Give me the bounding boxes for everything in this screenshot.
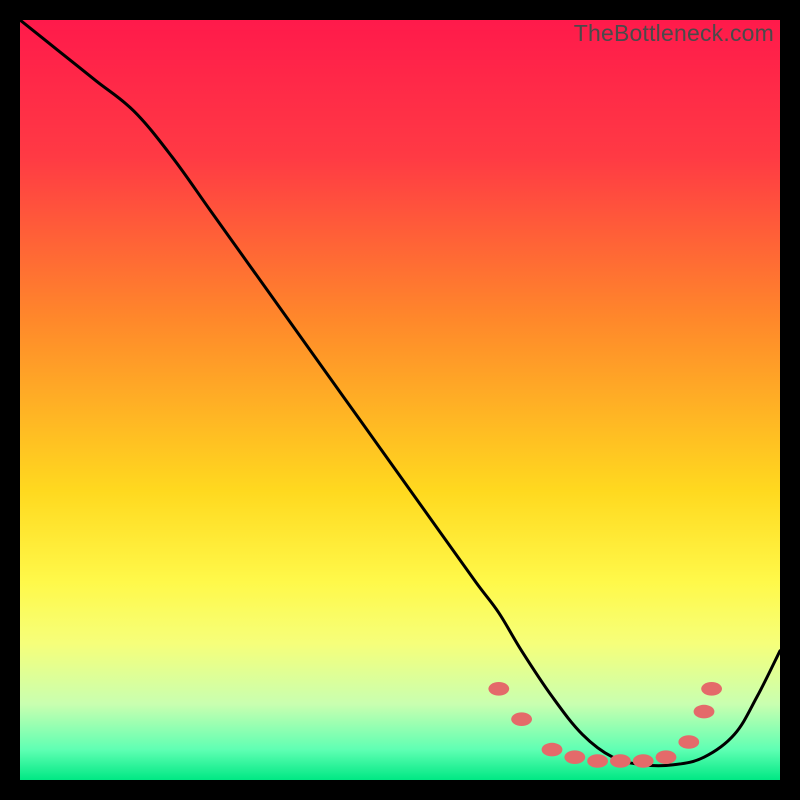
chart-svg	[20, 20, 780, 780]
highlight-dot	[633, 754, 654, 768]
highlight-dot	[610, 754, 631, 768]
chart-background	[20, 20, 780, 780]
highlight-dot	[542, 743, 563, 757]
watermark-text: TheBottleneck.com	[574, 20, 774, 47]
highlight-dot	[488, 682, 509, 696]
highlight-dot	[587, 754, 608, 768]
highlight-dot	[511, 712, 532, 726]
chart-frame: TheBottleneck.com	[0, 0, 800, 800]
highlight-dot	[656, 750, 677, 764]
highlight-dot	[701, 682, 722, 696]
chart-plot-area: TheBottleneck.com	[20, 20, 780, 780]
highlight-dot	[694, 705, 715, 719]
highlight-dot	[678, 735, 699, 749]
highlight-dot	[564, 750, 585, 764]
